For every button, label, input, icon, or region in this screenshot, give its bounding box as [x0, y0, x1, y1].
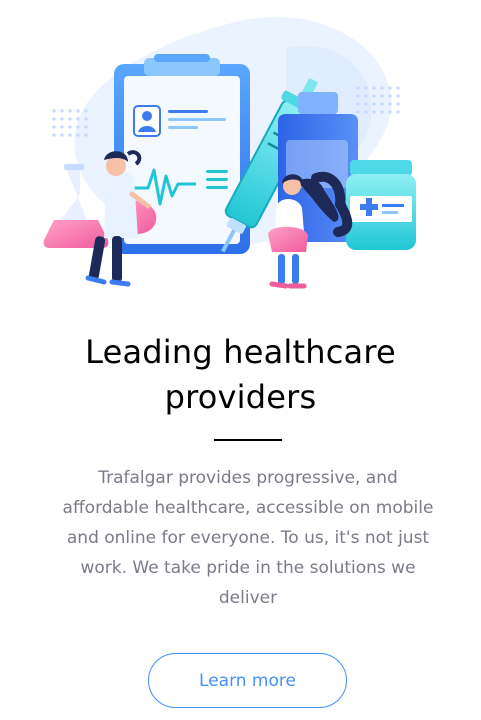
healthcare-providers-illustration [43, 16, 416, 289]
title-divider [214, 439, 282, 441]
section-title: Leading healthcare providers [0, 330, 481, 420]
section-title-line-2: providers [164, 378, 317, 416]
section-description: Trafalgar provides progressive, and affo… [62, 468, 434, 608]
learn-more-button[interactable]: Learn more [148, 653, 347, 708]
medicine-bottle-small [346, 160, 416, 250]
section-title-line-1: Leading healthcare [85, 333, 396, 371]
